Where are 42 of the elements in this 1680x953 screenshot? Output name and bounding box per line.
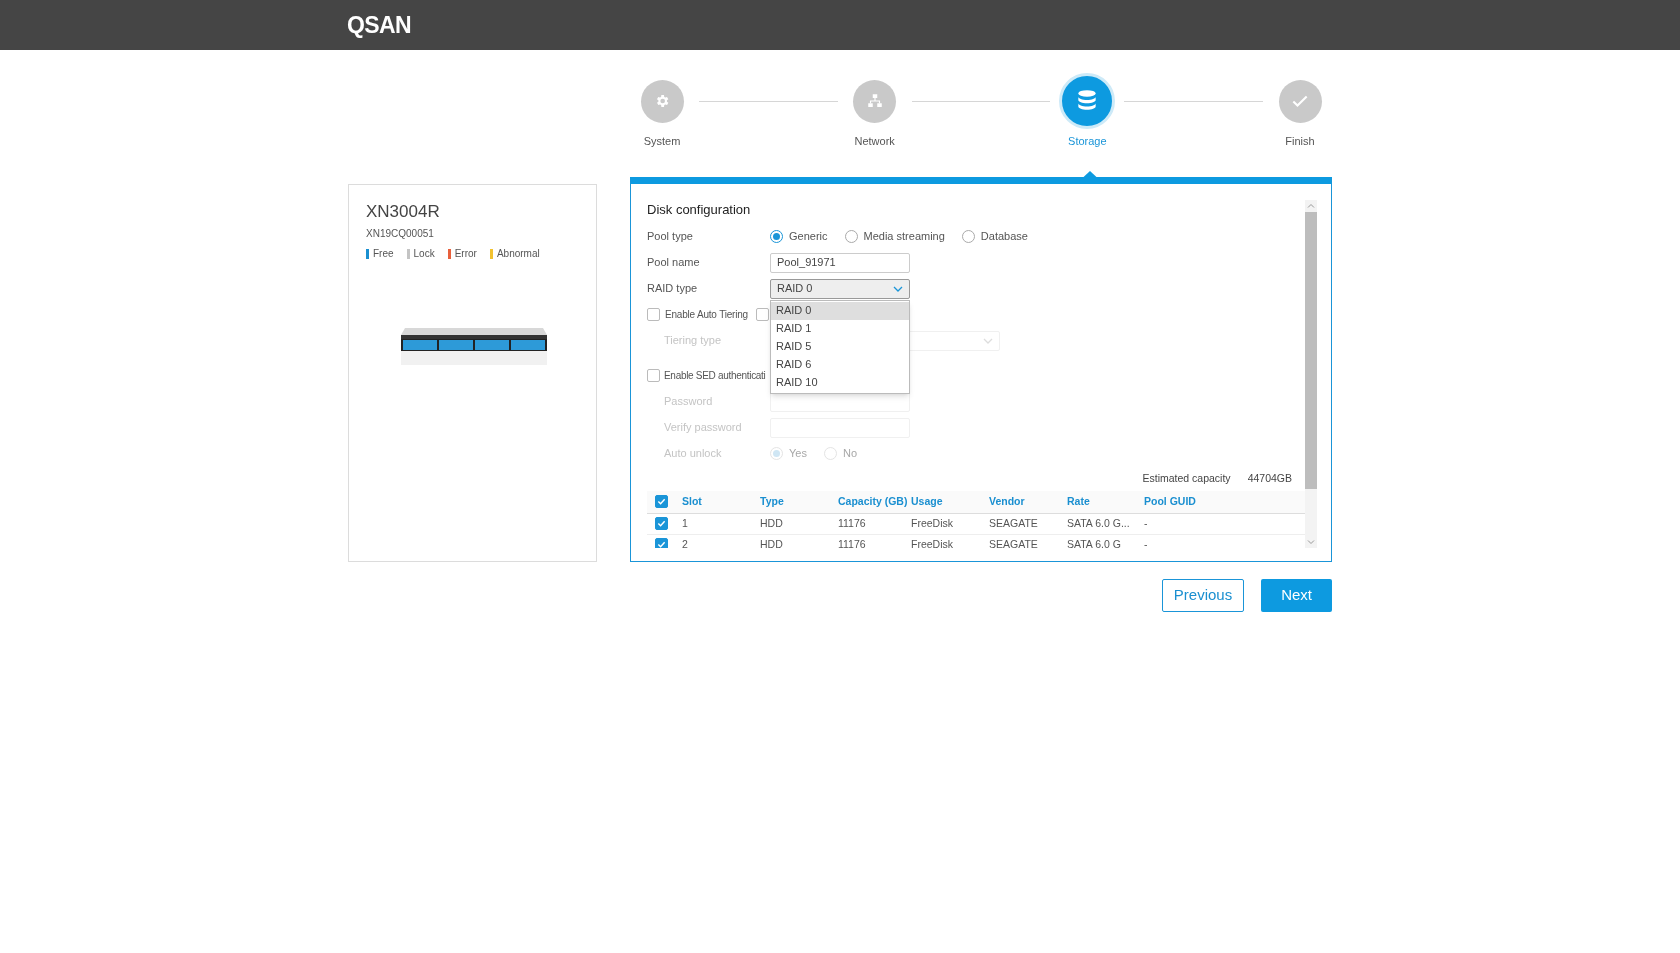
- field-label: Tiering type: [664, 334, 722, 347]
- field-label: RAID type: [647, 282, 698, 295]
- table-cell: SATA 6.0 G: [1067, 537, 1121, 548]
- device-serial: XN19CQ00051: [366, 227, 435, 241]
- table-cell: -: [1144, 537, 1148, 548]
- step-label: Storage: [1068, 134, 1107, 149]
- table-cell: 1: [682, 516, 688, 529]
- radio-label: Generic: [789, 229, 828, 245]
- field-label: Pool type: [647, 230, 693, 243]
- capacity-value: 44704GB: [1247, 470, 1292, 486]
- step-label: Finish: [1285, 134, 1315, 149]
- field-label: Auto unlock: [664, 447, 722, 460]
- field-label: Password: [664, 395, 713, 408]
- section-title: Disk configuration: [647, 200, 752, 219]
- logo: QSAN: [347, 10, 412, 40]
- radio-label: No: [842, 446, 857, 462]
- capacity-label: Estimated capacity: [1142, 470, 1231, 486]
- legend-label: Free: [373, 247, 394, 261]
- table-cell: SEAGATE: [989, 516, 1038, 529]
- table-cell: 11176: [838, 516, 866, 529]
- device-model: XN3004R: [366, 200, 441, 223]
- table-cell: FreeDisk: [911, 516, 953, 529]
- table-cell: HDD: [760, 537, 783, 548]
- table-cell: 2: [682, 537, 688, 548]
- field-label: Pool name: [647, 256, 700, 269]
- radio-label: Database: [980, 229, 1028, 245]
- table-cell: 11176: [838, 537, 866, 548]
- radio-label: Media streaming: [863, 229, 945, 245]
- table-cell: -: [1144, 516, 1148, 529]
- step-label: Network: [854, 134, 895, 149]
- radio-label: Yes: [789, 446, 807, 462]
- table-cell: HDD: [760, 516, 783, 529]
- table-cell: SEAGATE: [989, 537, 1038, 548]
- checkbox-label: Enable SED authenticati: [664, 369, 766, 383]
- legend-label: Abnormal: [496, 247, 540, 261]
- table-cell: FreeDisk: [911, 537, 953, 548]
- step-label: System: [643, 134, 681, 149]
- field-label: Verify password: [664, 421, 742, 434]
- legend-label: Error: [454, 247, 477, 261]
- checkbox-label: Enable Auto Tiering: [665, 308, 748, 322]
- table-cell: SATA 6.0 G...: [1067, 516, 1130, 529]
- legend-label: Lock: [413, 247, 435, 261]
